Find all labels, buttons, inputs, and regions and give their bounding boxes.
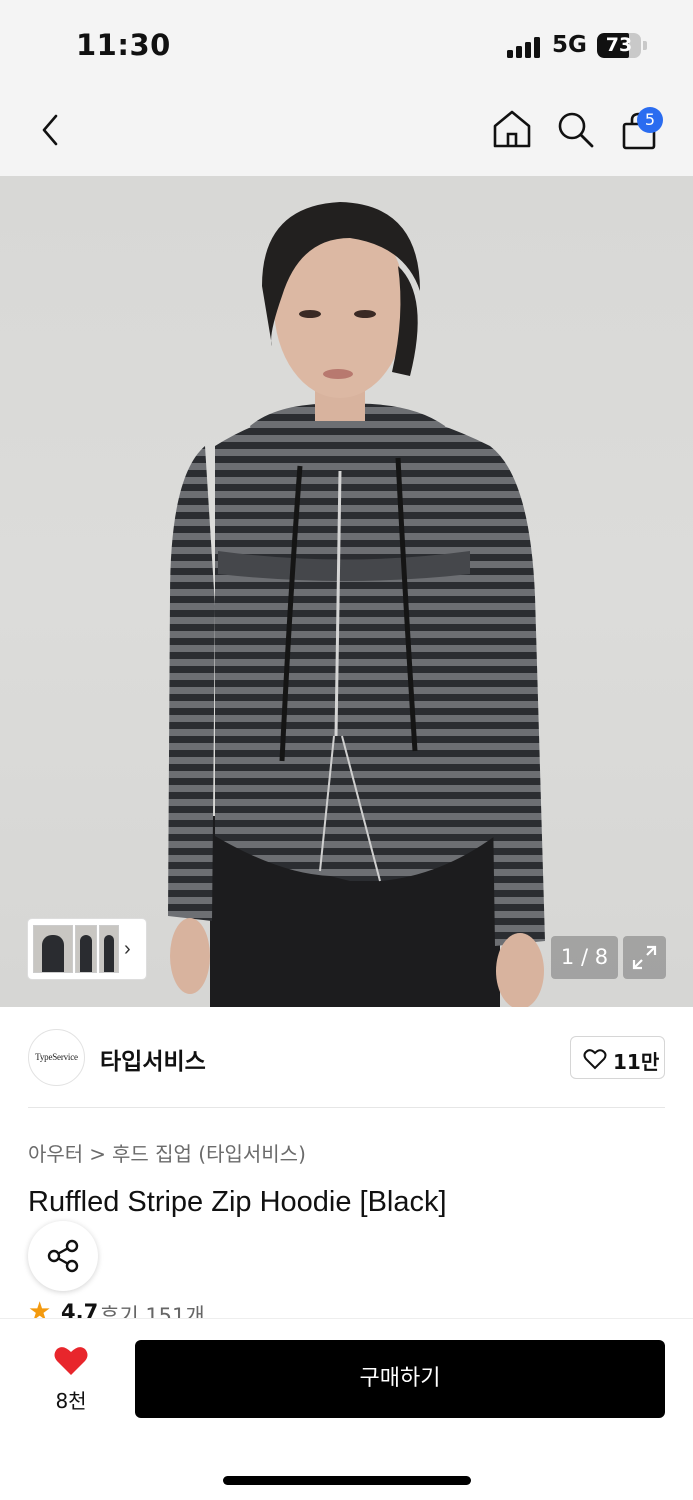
product-image[interactable] bbox=[0, 176, 693, 1007]
thumbnail-3[interactable] bbox=[99, 925, 119, 973]
breadcrumb: 아우터 > 후드 집업 (타입서비스) bbox=[28, 1138, 306, 1167]
brand-like-count: 11만 bbox=[613, 1050, 660, 1074]
status-bar: 11:30 5G 73 bbox=[0, 0, 693, 88]
image-counter: 1 / 8 bbox=[551, 936, 618, 979]
home-icon[interactable] bbox=[491, 108, 533, 150]
wish-count: 8천 bbox=[55, 1389, 87, 1413]
rating-score: 4.7 bbox=[61, 1300, 99, 1318]
breadcrumb-child[interactable]: 후드 집업 (타입서비스) bbox=[112, 1142, 306, 1166]
breadcrumb-separator-icon: > bbox=[89, 1142, 106, 1166]
battery-cap bbox=[643, 41, 647, 50]
rating-row[interactable]: ★ 4.7 후기 151개 bbox=[28, 1298, 328, 1318]
expand-button[interactable] bbox=[623, 936, 666, 979]
brand-logo-text: TypeService bbox=[35, 1052, 78, 1062]
expand-icon bbox=[632, 945, 657, 970]
divider bbox=[28, 1107, 665, 1108]
search-icon[interactable] bbox=[555, 109, 597, 151]
share-icon bbox=[47, 1239, 79, 1273]
thumbnail-2[interactable] bbox=[75, 925, 97, 973]
brand-logo[interactable]: TypeService bbox=[28, 1029, 85, 1086]
star-icon: ★ bbox=[28, 1298, 52, 1318]
home-indicator bbox=[223, 1476, 471, 1485]
status-time: 11:30 bbox=[76, 28, 171, 62]
share-button[interactable] bbox=[28, 1221, 98, 1291]
battery-icon: 73 bbox=[597, 33, 641, 58]
battery-level: 73 bbox=[605, 34, 633, 56]
chevron-left-icon[interactable] bbox=[36, 110, 66, 150]
product-title: Ruffled Stripe Zip Hoodie [Black] bbox=[28, 1186, 447, 1218]
network-type: 5G bbox=[552, 32, 587, 58]
cart-count-badge: 5 bbox=[637, 107, 663, 133]
heart-outline-icon bbox=[583, 1049, 607, 1070]
brand-like-button[interactable]: 11만 bbox=[570, 1036, 665, 1079]
chevron-right-icon[interactable]: › bbox=[124, 938, 131, 961]
thumbnail-1[interactable] bbox=[33, 925, 73, 973]
breadcrumb-parent[interactable]: 아우터 bbox=[28, 1142, 83, 1166]
review-count[interactable]: 후기 151개 bbox=[100, 1300, 205, 1318]
heart-filled-icon[interactable] bbox=[53, 1345, 89, 1377]
product-photo bbox=[168, 202, 545, 1007]
buy-button[interactable]: 구매하기 bbox=[135, 1340, 665, 1418]
brand-name[interactable]: 타입서비스 bbox=[100, 1042, 206, 1076]
cellular-signal-icon bbox=[507, 36, 543, 58]
